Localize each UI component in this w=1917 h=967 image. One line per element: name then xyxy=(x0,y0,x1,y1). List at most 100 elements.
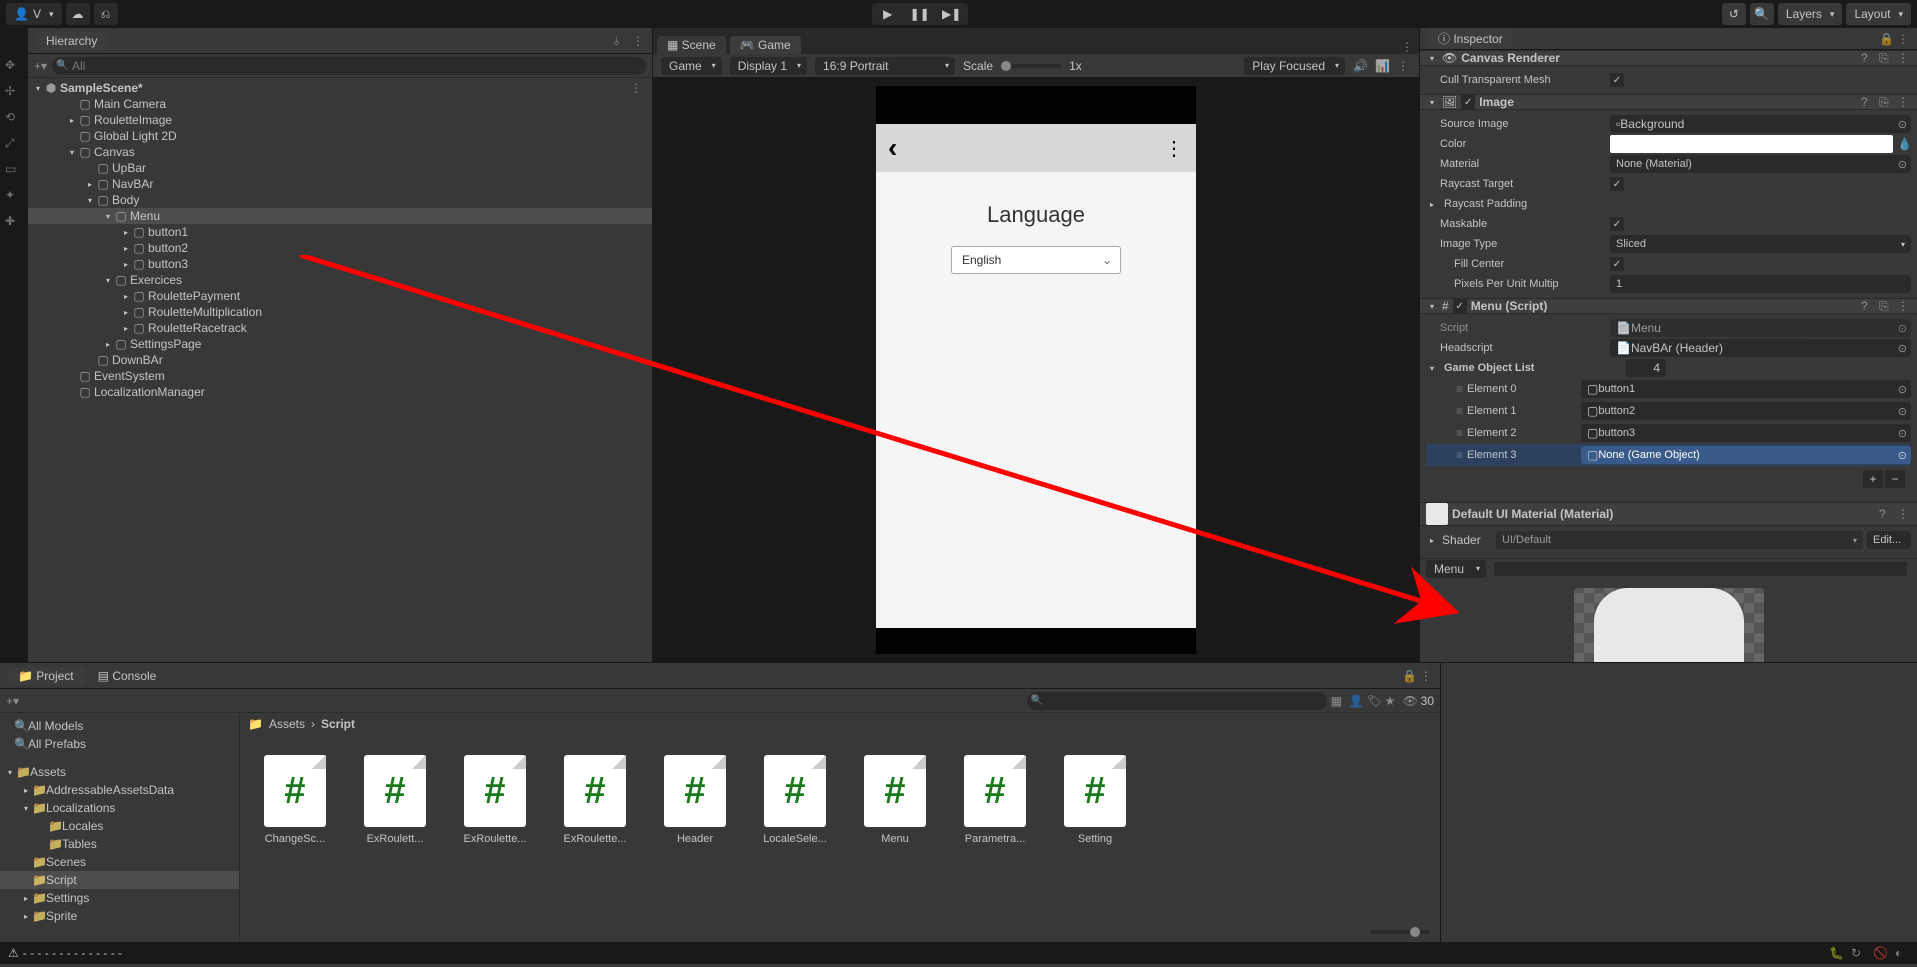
hierarchy-item[interactable]: ▢UpBar xyxy=(28,160,652,176)
hierarchy-search-input[interactable]: All xyxy=(52,57,646,75)
image-type-dropdown[interactable]: Sliced xyxy=(1610,235,1911,253)
project-search-input[interactable] xyxy=(1027,692,1327,710)
filter-icon[interactable]: 👤 xyxy=(1349,694,1363,708)
move-tool-icon[interactable]: ✢ xyxy=(5,84,23,102)
list-element-row[interactable]: ≡Element 3▢None (Game Object) xyxy=(1426,444,1911,466)
expand-toggle[interactable]: ▸ xyxy=(1426,536,1438,545)
hierarchy-item[interactable]: ▾▢Exercices xyxy=(28,272,652,288)
drag-handle-icon[interactable]: ≡ xyxy=(1456,426,1463,440)
list-element-row[interactable]: ≡Element 0▢button1 xyxy=(1426,378,1911,400)
preset-icon[interactable]: ⎘ xyxy=(1879,95,1893,109)
enable-checkbox[interactable] xyxy=(1453,299,1467,313)
image-component-header[interactable]: ▾ 🖼 Image ? ⎘ ⋮ xyxy=(1420,94,1917,110)
scale-slider[interactable] xyxy=(1001,64,1061,68)
project-tree-item[interactable]: 📁Locales xyxy=(0,817,239,835)
list-add-button[interactable]: + xyxy=(1863,470,1883,488)
list-count-field[interactable]: 4 xyxy=(1626,359,1666,377)
search-global-icon[interactable]: 🔍 xyxy=(1750,3,1774,25)
hierarchy-item[interactable]: ▸▢button3 xyxy=(28,256,652,272)
rotate-tool-icon[interactable]: ⟲ xyxy=(5,110,23,128)
scene-menu-icon[interactable]: ⋮ xyxy=(630,81,644,95)
help-icon[interactable]: ? xyxy=(1861,95,1875,109)
auto-refresh-icon[interactable]: ↻ xyxy=(1851,946,1865,960)
project-tree-item[interactable]: 📁Scenes xyxy=(0,853,239,871)
hierarchy-item[interactable]: ▸▢RoulettePayment xyxy=(28,288,652,304)
cloud-icon[interactable]: ☁ xyxy=(66,3,90,25)
enable-checkbox[interactable] xyxy=(1461,95,1475,109)
kebab-menu-icon[interactable]: ⋮ xyxy=(1897,507,1911,521)
project-tab[interactable]: 📁 Project xyxy=(8,667,84,685)
kebab-menu-icon[interactable]: ⋮ xyxy=(1897,32,1911,46)
lock-icon[interactable]: 🔒 xyxy=(1402,669,1416,683)
gizmos-icon[interactable]: ⋮ xyxy=(1397,59,1411,73)
transform-tool-icon[interactable]: ✦ xyxy=(5,188,23,206)
favorite-row[interactable]: 🔍All Prefabs xyxy=(0,735,239,753)
project-tree-item[interactable]: ▸📁AddressableAssetsData xyxy=(0,781,239,799)
drag-handle-icon[interactable]: ≡ xyxy=(1456,404,1463,418)
play-focused-dropdown[interactable]: Play Focused xyxy=(1244,57,1345,75)
back-icon[interactable]: ‹ xyxy=(888,132,897,164)
project-tree-item[interactable]: ▾📁Assets xyxy=(0,763,239,781)
preset-icon[interactable]: ⎘ xyxy=(1879,299,1893,313)
hierarchy-item[interactable]: ▸▢button1 xyxy=(28,224,652,240)
ppu-field[interactable]: 1 xyxy=(1610,275,1911,293)
expand-toggle[interactable]: ▾ xyxy=(102,276,114,285)
thumbnail-size-slider[interactable] xyxy=(1370,930,1430,934)
hierarchy-item[interactable]: ▢EventSystem xyxy=(28,368,652,384)
favorite-icon[interactable]: ★ xyxy=(1385,694,1399,708)
help-icon[interactable]: ? xyxy=(1879,507,1893,521)
scene-tab[interactable]: ▦ Scene xyxy=(657,36,726,54)
breadcrumb-item[interactable]: Assets xyxy=(269,717,305,731)
custom-tool-icon[interactable]: ✚ xyxy=(5,214,23,232)
game-tab[interactable]: 🎮 Game xyxy=(730,36,801,54)
asset-item[interactable]: ExRoulette... xyxy=(460,755,530,902)
expand-toggle[interactable]: ▾ xyxy=(102,212,114,221)
hierarchy-item[interactable]: ▸▢SettingsPage xyxy=(28,336,652,352)
expand-toggle[interactable]: ▸ xyxy=(120,228,132,237)
scene-root[interactable]: ▾ ⬢ SampleScene* ⋮ xyxy=(28,80,652,96)
drag-handle-icon[interactable]: ≡ xyxy=(1456,448,1463,462)
project-tree-item[interactable]: ▾📁Localizations xyxy=(0,799,239,817)
account-dropdown[interactable]: 👤 V xyxy=(6,3,62,25)
pause-button[interactable]: ❚❚ xyxy=(904,3,936,25)
kebab-menu-icon[interactable]: ⋮ xyxy=(1401,40,1415,54)
asset-item[interactable]: Menu xyxy=(860,755,930,902)
filter-icon[interactable]: ▦ xyxy=(1331,694,1345,708)
expand-toggle[interactable]: ▾ xyxy=(4,768,16,777)
expand-toggle[interactable]: ▸ xyxy=(120,308,132,317)
color-field[interactable] xyxy=(1610,135,1893,153)
expand-toggle[interactable]: ▾ xyxy=(32,84,44,93)
mute-icon[interactable]: 🔊 xyxy=(1353,59,1367,73)
expand-toggle[interactable]: ▸ xyxy=(20,894,32,903)
layers-dropdown[interactable]: Layers xyxy=(1778,3,1843,25)
favorite-row[interactable]: 🔍All Models xyxy=(0,717,239,735)
expand-toggle[interactable]: ▸ xyxy=(1426,200,1438,209)
hierarchy-item[interactable]: ▸▢RouletteMultiplication xyxy=(28,304,652,320)
hierarchy-item[interactable]: ▸▢RouletteImage xyxy=(28,112,652,128)
hierarchy-item[interactable]: ▾▢Menu xyxy=(28,208,652,224)
element-field[interactable]: ▢button3 xyxy=(1581,424,1911,442)
menu-script-header[interactable]: ▾ # Menu (Script) ? ⎘ ⋮ xyxy=(1420,298,1917,314)
element-field[interactable]: ▢None (Game Object) xyxy=(1581,446,1911,464)
add-icon[interactable]: +▾ xyxy=(6,694,20,708)
asset-item[interactable]: Header xyxy=(660,755,730,902)
kebab-menu-icon[interactable]: ⋮ xyxy=(632,34,646,48)
asset-item[interactable]: LocaleSele... xyxy=(760,755,830,902)
expand-toggle[interactable]: ▸ xyxy=(66,116,78,125)
project-tree-item[interactable]: ▸📁Sprite xyxy=(0,907,239,925)
preview-slider[interactable] xyxy=(1494,562,1907,576)
kebab-menu-icon[interactable]: ⋮ xyxy=(1897,95,1911,109)
asset-item[interactable]: ExRoulett... xyxy=(360,755,430,902)
hierarchy-tab[interactable]: Hierarchy xyxy=(36,32,107,50)
stats-icon[interactable]: 📊 xyxy=(1375,59,1389,73)
console-tab[interactable]: ▤ Console xyxy=(88,667,167,685)
display-dropdown[interactable]: Display 1 xyxy=(730,57,807,75)
asset-item[interactable]: ChangeSc... xyxy=(260,755,330,902)
cull-checkbox[interactable] xyxy=(1610,73,1624,87)
headscript-field[interactable]: 📄NavBAr (Header) xyxy=(1610,339,1911,357)
hand-tool-icon[interactable]: ✥ xyxy=(5,58,23,76)
hierarchy-item[interactable]: ▸▢button2 xyxy=(28,240,652,256)
project-tree-item[interactable]: 📁Tables xyxy=(0,835,239,853)
source-image-field[interactable]: ▫Background xyxy=(1610,115,1911,133)
undo-history-icon[interactable]: ↺ xyxy=(1722,3,1746,25)
